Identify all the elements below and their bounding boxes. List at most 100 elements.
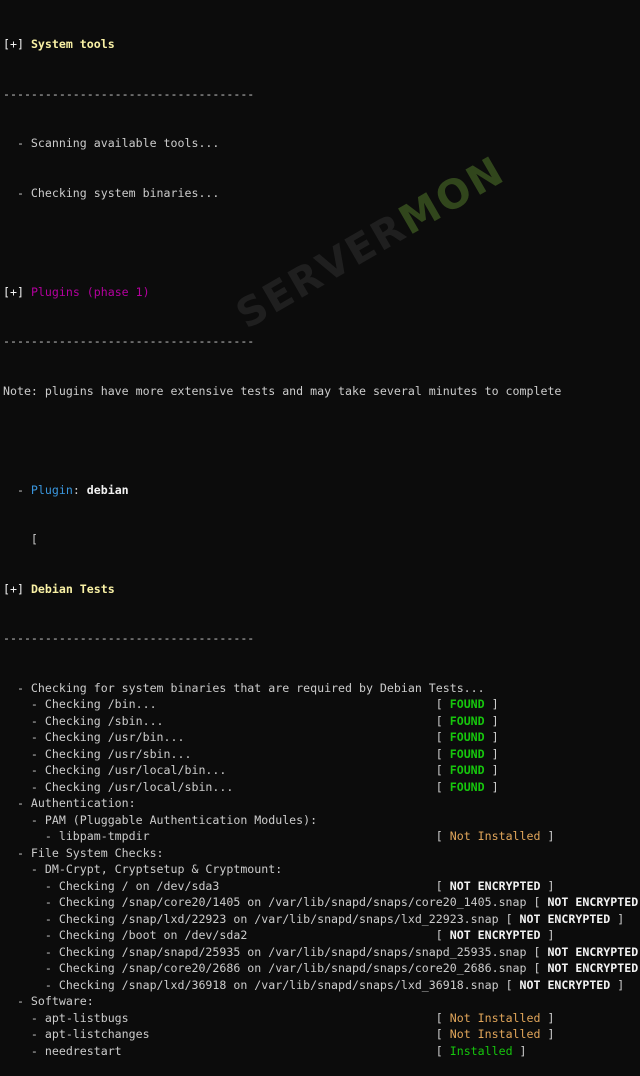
status-value: NOT ENCRYPTED (449, 928, 541, 942)
test-label: - Checking /usr/sbin... (3, 746, 436, 761)
test-line: - Checking /snap/core20/1405 on /var/lib… (3, 894, 640, 911)
status-bracket-close: ] (610, 911, 625, 926)
test-label: - needrestart (3, 1043, 436, 1058)
test-line: - Checking /snap/core20/2686 on /var/lib… (3, 960, 640, 977)
plugin-line: - Plugin: debian (3, 482, 129, 497)
test-label: - Checking /snap/lxd/22923 on /var/lib/s… (3, 911, 506, 926)
status-value: FOUND (449, 763, 485, 777)
status-value: FOUND (449, 730, 485, 744)
log-line: - Checking system binaries... (3, 185, 220, 200)
status-value: Installed (449, 1043, 513, 1058)
status-bracket-open: [ (435, 746, 450, 761)
status-bracket-open: [ (505, 977, 520, 992)
status-bracket-open: [ (435, 1043, 450, 1058)
test-line: - DM-Crypt, Cryptsetup & Cryptmount: (3, 861, 640, 878)
test-label: - Checking /snap/core20/2686 on /var/lib… (3, 961, 534, 975)
test-label: - Checking /snap/snapd/25935 on /var/lib… (3, 944, 534, 959)
test-line: - apt-listchanges [ Not Installed ] (3, 1026, 640, 1043)
status-value: FOUND (449, 697, 485, 711)
test-line: - Checking /snap/lxd/36918 on /var/lib/s… (3, 977, 640, 994)
test-label: - libpam-tmpdir (3, 829, 436, 843)
heading-marker: [+] (3, 284, 24, 299)
heading-title: Plugins (phase 1) (30, 284, 150, 299)
test-line: - Checking /snap/lxd/22923 on /var/lib/s… (3, 911, 640, 928)
status-value: NOT ENCRYPTED (547, 961, 639, 975)
status-bracket-open: [ (533, 944, 548, 959)
test-line: - libpam-tmpdir [ Not Installed ] (3, 828, 640, 845)
status-bracket-open: [ (533, 895, 548, 909)
status-bracket-close: ] (540, 829, 555, 843)
test-label: - Checking for system binaries that are … (3, 680, 485, 695)
status-bracket-open: [ (435, 1027, 450, 1041)
plugins-note: Note: plugins have more extensive tests … (3, 383, 562, 398)
status-bracket-close: ] (540, 1010, 555, 1025)
test-line: - Checking /usr/sbin... [ FOUND ] (3, 746, 640, 763)
test-label: - Checking /bin... (3, 697, 436, 711)
heading-marker: [+] (3, 37, 24, 51)
debian-test-lines: - Checking for system binaries that are … (3, 680, 640, 1060)
test-line: - File System Checks: (3, 845, 640, 862)
heading-marker: [+] (3, 581, 24, 596)
status-bracket-open: [ (435, 878, 450, 893)
heading-title: Debian Tests (30, 581, 115, 596)
test-label: - File System Checks: (3, 845, 164, 860)
status-bracket-close: ] (540, 928, 555, 942)
plugin-name: debian (86, 482, 129, 497)
status-value: Not Installed (449, 829, 541, 843)
test-line: - Checking /sbin... [ FOUND ] (3, 713, 640, 730)
status-value: NOT ENCRYPTED (449, 878, 541, 893)
status-bracket-close: ] (540, 878, 555, 893)
test-line: - Checking /usr/bin... [ FOUND ] (3, 729, 640, 746)
status-bracket-open: [ (435, 779, 450, 794)
debian-heading: [+] Debian Tests (3, 581, 640, 598)
test-label: - Software: (3, 994, 94, 1008)
test-line: - Checking /snap/snapd/25935 on /var/lib… (3, 944, 640, 961)
test-label: - Checking /usr/local/sbin... (3, 779, 436, 794)
status-bracket-open: [ (533, 961, 548, 975)
status-value: NOT ENCRYPTED (547, 944, 639, 959)
test-label: - Checking /usr/local/bin... (3, 763, 436, 777)
test-line: - apt-listbugs [ Not Installed ] (3, 1010, 640, 1027)
test-label: - Authentication: (3, 796, 136, 810)
test-label: - PAM (Pluggable Authentication Modules)… (3, 812, 318, 827)
status-value: FOUND (449, 779, 485, 794)
plugin-bracket: [ (3, 532, 38, 546)
plugins-heading: [+] Plugins (phase 1) (3, 284, 640, 301)
status-bracket-close: ] (484, 730, 499, 744)
test-label: - Checking /sbin... (3, 713, 436, 728)
log-line: - Scanning available tools... (3, 136, 220, 150)
status-value: NOT ENCRYPTED (519, 977, 611, 992)
status-bracket-close: ] (484, 763, 499, 777)
status-bracket-open: [ (435, 697, 450, 711)
test-label: - Checking /usr/bin... (3, 730, 436, 744)
status-bracket-close: ] (540, 1027, 555, 1041)
status-bracket-close: ] (484, 697, 499, 711)
test-line: - needrestart [ Installed ] (3, 1043, 640, 1060)
status-value: NOT ENCRYPTED (547, 895, 639, 909)
status-bracket-open: [ (435, 829, 450, 843)
test-line: - Software: (3, 993, 640, 1010)
test-label: - apt-listchanges (3, 1027, 436, 1041)
test-label: - DM-Crypt, Cryptsetup & Cryptmount: (3, 862, 283, 876)
status-bracket-close: ] (484, 713, 499, 728)
status-bracket-close: ] (512, 1043, 527, 1058)
test-line: - Checking /usr/local/bin... [ FOUND ] (3, 762, 640, 779)
status-value: Not Installed (449, 1027, 541, 1041)
status-bracket-open: [ (435, 928, 450, 942)
status-bracket-open: [ (435, 1010, 450, 1025)
test-line: - Authentication: (3, 795, 640, 812)
status-bracket-close: ] (484, 779, 499, 794)
status-value: FOUND (449, 713, 485, 728)
test-label: - Checking /boot on /dev/sda2 (3, 928, 436, 942)
test-line: - Checking /usr/local/sbin... [ FOUND ] (3, 779, 640, 796)
test-label: - Checking / on /dev/sda3 (3, 878, 436, 893)
status-bracket-open: [ (505, 911, 520, 926)
status-value: Not Installed (449, 1010, 541, 1025)
terminal-output: [+] System tools -----------------------… (3, 3, 640, 1076)
status-value: NOT ENCRYPTED (519, 911, 611, 926)
plugin-label: Plugin (30, 482, 73, 497)
test-line: - PAM (Pluggable Authentication Modules)… (3, 812, 640, 829)
status-bracket-close: ] (610, 977, 625, 992)
test-label: - Checking /snap/core20/1405 on /var/lib… (3, 895, 534, 909)
